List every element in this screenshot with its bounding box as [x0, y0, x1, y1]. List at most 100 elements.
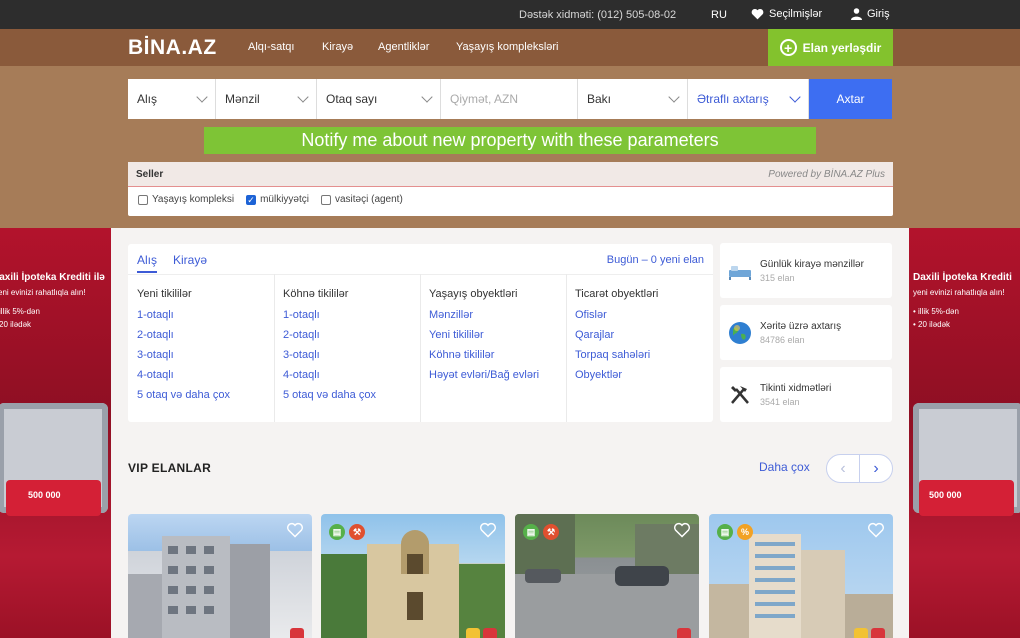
banner-rate: • illik 5%-dən	[913, 307, 959, 316]
post-ad-label: Elan yerləşdir	[802, 40, 882, 55]
ad-banner-right[interactable]: Daxili İpoteka Krediti yeni evinizi raha…	[909, 228, 1020, 638]
banner-headline: Daxili İpoteka Krediti	[913, 272, 1012, 283]
page: Dəstək xidməti: (012) 505-08-02 RU Seçil…	[0, 0, 1020, 638]
card-count: 315 elan	[760, 272, 795, 283]
chevron-down-icon	[196, 91, 208, 103]
chevron-left-icon[interactable]: ‹	[827, 455, 859, 482]
seller-option-owner[interactable]: ✓ mülkiyyətçi	[246, 194, 309, 205]
seller-title: Seller	[136, 168, 164, 180]
seller-filter: Seller Powered by BİNA.AZ Plus Yaşayış k…	[128, 162, 893, 216]
listing-card[interactable]	[128, 514, 312, 638]
category-link[interactable]: Köhnə tikililər	[429, 349, 566, 362]
category-link[interactable]: 2-otaqlı	[137, 329, 274, 342]
category-link[interactable]: 5 otaq və daha çox	[137, 389, 274, 402]
divider	[420, 274, 421, 422]
login-label: Giriş	[867, 8, 890, 20]
category-link[interactable]: Həyət evləri/Bağ evləri	[429, 369, 566, 382]
category-link[interactable]: Torpaq sahələri	[575, 349, 712, 362]
listing-card[interactable]: ▤ ⚒	[321, 514, 505, 638]
today-count-link[interactable]: Bugün – 0 yeni elan	[607, 254, 704, 266]
rooms-value: Otaq sayı	[326, 92, 378, 106]
globe-icon	[728, 321, 752, 345]
card-count: 84786 elan	[760, 334, 805, 345]
favorite-heart-icon[interactable]	[673, 522, 691, 538]
checkbox-icon[interactable]	[138, 194, 148, 205]
construction-services-card[interactable]: Tikinti xidmətləri 3541 elan	[720, 367, 892, 422]
nav-agencies[interactable]: Agentliklər	[378, 41, 429, 53]
map-search-card[interactable]: Xəritə üzrə axtarış 84786 elan	[720, 305, 892, 360]
category-link[interactable]: 3-otaqlı	[283, 349, 420, 362]
search-zone: Alış Mənzil Otaq sayı Qiymət, AZN Bakı Ə…	[0, 66, 1020, 228]
category-link[interactable]: Qarajlar	[575, 329, 712, 342]
category-link[interactable]: 1-otaqlı	[137, 309, 274, 322]
card-badges: ▤ ⚒	[523, 524, 559, 540]
category-link[interactable]: Yeni tikililər	[429, 329, 566, 342]
seller-filter-header: Seller Powered by BİNA.AZ Plus	[128, 162, 893, 187]
category-column-commercial: Ticarət obyektləri Ofislər Qarajlar Torp…	[566, 274, 712, 422]
search-button[interactable]: Axtar	[809, 79, 892, 119]
card-count: 3541 elan	[760, 396, 800, 407]
tab-rent[interactable]: Kirayə	[173, 253, 207, 273]
chevron-down-icon	[789, 91, 801, 103]
nav-sale[interactable]: Alqı-satqı	[248, 41, 294, 53]
search-filters: Alış Mənzil Otaq sayı Qiymət, AZN Bakı Ə…	[128, 79, 892, 119]
more-link[interactable]: Daha çox	[759, 460, 810, 474]
categories-panel: Alış Kirayə Bugün – 0 yeni elan Yeni tik…	[128, 244, 713, 422]
favorite-heart-icon[interactable]	[286, 522, 304, 538]
banner-headline: Daxili İpoteka Krediti ilə	[0, 272, 105, 283]
seller-option-complex[interactable]: Yaşayış kompleksi	[138, 194, 234, 205]
powered-by: Powered by BİNA.AZ Plus	[768, 168, 885, 180]
tab-sale[interactable]: Alış	[137, 253, 158, 273]
category-tabs: Alış Kirayə	[137, 253, 207, 273]
ad-banner-left[interactable]: Daxili İpoteka Krediti ilə yeni evinizi …	[0, 228, 111, 638]
category-link[interactable]: 4-otaqlı	[283, 369, 420, 382]
category-column-new: Yeni tikililər 1-otaqlı 2-otaqlı 3-otaql…	[128, 274, 274, 422]
banner-subline: yeni evinizi rahatlıqla alın!	[913, 288, 1005, 297]
category-link[interactable]: Mənzillər	[429, 309, 566, 322]
city-select[interactable]: Bakı	[578, 79, 688, 119]
card-corner-badges	[854, 628, 885, 638]
advanced-search-select[interactable]: Ətraflı axtarış	[688, 79, 809, 119]
listing-card[interactable]: ▤ ⚒	[515, 514, 699, 638]
category-link[interactable]: Ofislər	[575, 309, 712, 322]
price-input[interactable]: Qiymət, AZN	[441, 79, 578, 119]
tools-icon	[728, 383, 752, 407]
card-badges: ▤ %	[717, 524, 753, 540]
carousel-arrows: ‹ ›	[826, 454, 893, 483]
logo[interactable]: BİNA.AZ	[128, 36, 217, 60]
post-ad-button[interactable]: + Elan yerləşdir	[768, 29, 893, 66]
card-corner-badges	[290, 628, 304, 638]
category-link[interactable]: 1-otaqlı	[283, 309, 420, 322]
column-heading: Ticarət obyektləri	[575, 288, 659, 300]
category-link[interactable]: 2-otaqlı	[283, 329, 420, 342]
document-icon: ▤	[717, 524, 733, 540]
property-type-select[interactable]: Mənzil	[216, 79, 317, 119]
login-link[interactable]: Giriş	[851, 8, 890, 20]
checkbox-checked-icon[interactable]: ✓	[246, 194, 257, 205]
favorite-heart-icon[interactable]	[867, 522, 885, 538]
category-link[interactable]: Obyektlər	[575, 369, 712, 382]
notify-button[interactable]: Notify me about new property with these …	[204, 127, 816, 154]
favorites-link[interactable]: Seçilmişlər	[751, 8, 822, 20]
rooms-select[interactable]: Otaq sayı	[317, 79, 441, 119]
daily-rent-card[interactable]: Günlük kirayə mənzillər 315 elan	[720, 243, 892, 298]
category-column-residential: Yaşayış obyektləri Mənzillər Yeni tikili…	[420, 274, 566, 422]
chevron-right-icon[interactable]: ›	[859, 455, 892, 482]
support-phone[interactable]: Dəstək xidməti: (012) 505-08-02	[519, 9, 676, 21]
category-link[interactable]: 4-otaqlı	[137, 369, 274, 382]
nav-rent[interactable]: Kirayə	[322, 41, 353, 53]
deal-type-select[interactable]: Alış	[128, 79, 216, 119]
card-corner-badges	[466, 628, 497, 638]
nav-residential-complexes[interactable]: Yaşayış kompleksləri	[456, 41, 559, 53]
listing-card[interactable]: ▤ %	[709, 514, 893, 638]
banner-term: • 20 ilədək	[913, 320, 951, 329]
favorite-heart-icon[interactable]	[479, 522, 497, 538]
language-switch[interactable]: RU	[711, 9, 727, 21]
seller-option-label: Yaşayış kompleksi	[152, 194, 235, 205]
category-link[interactable]: 5 otaq və daha çox	[283, 389, 420, 402]
bed-icon	[728, 259, 752, 283]
plus-icon: +	[779, 39, 797, 56]
seller-option-agent[interactable]: vasitəçi (agent)	[320, 194, 403, 205]
category-link[interactable]: 3-otaqlı	[137, 349, 274, 362]
checkbox-icon[interactable]	[320, 194, 331, 205]
